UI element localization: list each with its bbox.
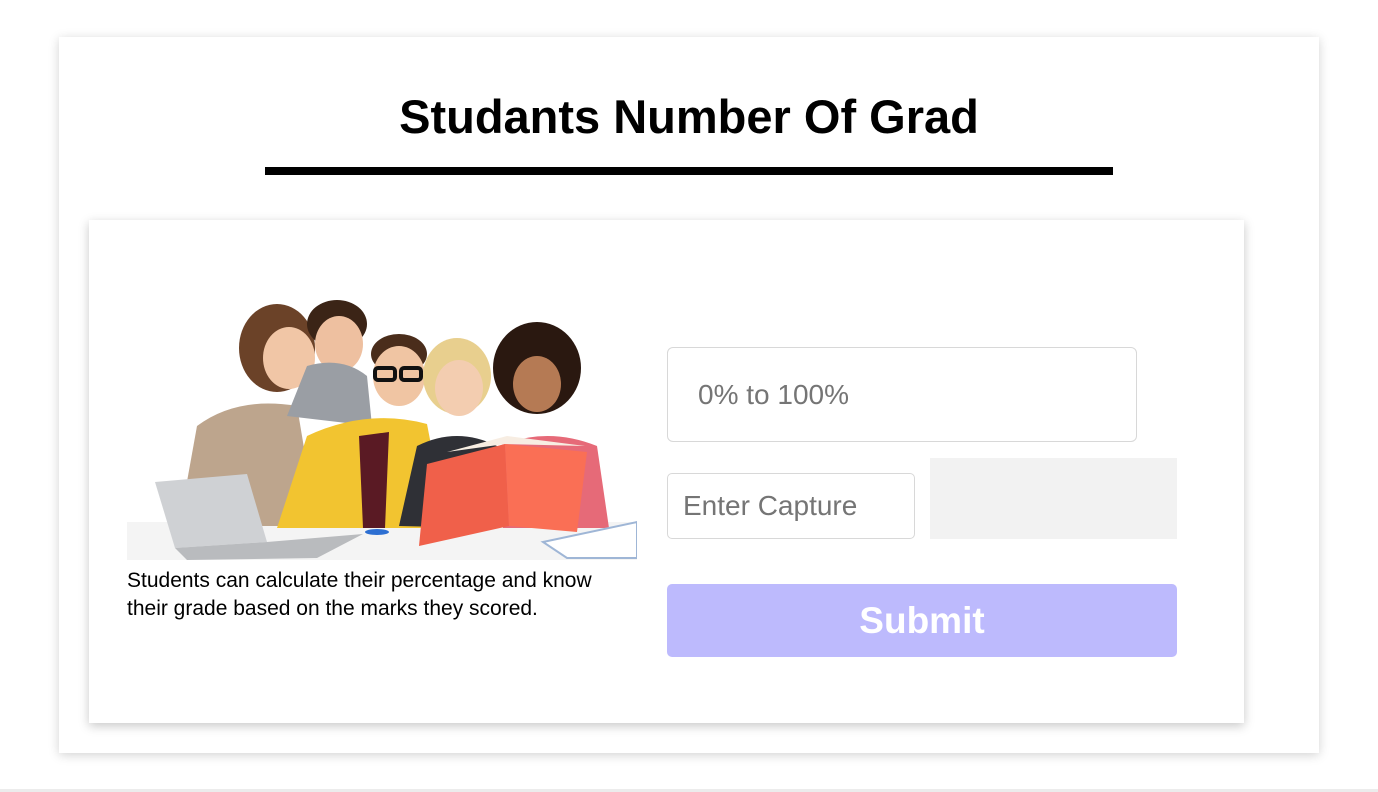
percentage-input[interactable] bbox=[667, 347, 1137, 442]
captcha-image bbox=[930, 458, 1177, 539]
students-hero-image bbox=[127, 296, 637, 560]
title-underline bbox=[265, 167, 1113, 175]
main-card: Studants Number Of Grad Students can cal… bbox=[59, 37, 1319, 753]
description-text: Students can calculate their percentage … bbox=[127, 569, 592, 620]
calculator-panel: Students can calculate their percentage … bbox=[89, 220, 1244, 723]
submit-button[interactable]: Submit bbox=[667, 584, 1177, 657]
captcha-input[interactable] bbox=[667, 473, 915, 539]
page-title: Studants Number Of Grad bbox=[399, 90, 979, 143]
